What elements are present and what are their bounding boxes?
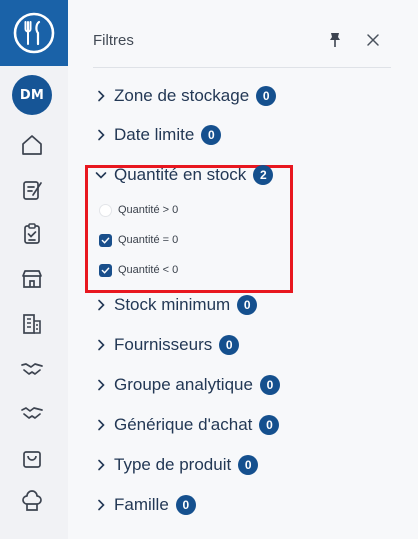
building-icon[interactable] — [18, 310, 46, 338]
pin-icon[interactable] — [326, 31, 344, 49]
count-badge: 0 — [201, 125, 222, 145]
filters-panel: Filtres Zone de stockage 0 Date limite 0… — [68, 0, 418, 539]
option-label: Quantité > 0 — [118, 204, 179, 216]
store-icon[interactable] — [18, 265, 46, 293]
filter-groupe-analytique[interactable]: Groupe analytique 0 — [94, 372, 280, 398]
option-label: Quantité = 0 — [118, 234, 179, 246]
chevron-right-icon — [94, 338, 108, 352]
chevron-right-icon — [94, 458, 108, 472]
option-quantite-lt-0[interactable]: Quantité < 0 — [99, 261, 178, 279]
filter-generique-d-achat[interactable]: Générique d'achat 0 — [94, 412, 280, 438]
filter-label: Date limite — [114, 125, 195, 144]
count-badge: 2 — [253, 165, 274, 185]
filter-label: Quantité en stock — [114, 165, 247, 184]
chevron-right-icon — [94, 378, 108, 392]
filter-stock-minimum[interactable]: Stock minimum 0 — [94, 292, 258, 318]
close-icon[interactable] — [364, 31, 382, 49]
count-badge: 0 — [238, 455, 259, 475]
filter-type-de-produit[interactable]: Type de produit 0 — [94, 452, 259, 478]
filter-famille[interactable]: Famille 0 — [94, 492, 196, 518]
checkbox[interactable] — [99, 203, 112, 217]
filter-label: Groupe analytique — [114, 375, 253, 394]
chevron-right-icon — [94, 298, 108, 312]
option-label: Quantité < 0 — [118, 264, 179, 276]
avatar[interactable]: DM — [12, 75, 52, 115]
count-badge: 0 — [259, 375, 280, 395]
side-rail: DM — [0, 0, 68, 539]
chevron-right-icon — [94, 418, 108, 432]
panel-title: Filtres — [93, 32, 134, 49]
chevron-right-icon — [94, 128, 108, 142]
option-quantite-gt-0[interactable]: Quantité > 0 — [99, 201, 178, 219]
fork-knife-logo-icon — [13, 12, 55, 54]
checkbox[interactable] — [99, 233, 112, 247]
filter-zone-de-stockage[interactable]: Zone de stockage 0 — [94, 83, 277, 109]
count-badge: 0 — [175, 495, 196, 515]
count-badge: 0 — [256, 86, 277, 106]
filter-label: Type de produit — [114, 455, 232, 474]
option-quantite-eq-0[interactable]: Quantité = 0 — [99, 231, 178, 249]
app-logo[interactable] — [0, 0, 68, 66]
count-badge: 0 — [219, 335, 240, 355]
checkbox[interactable] — [99, 263, 112, 277]
handshake-icon[interactable] — [18, 355, 46, 383]
filter-date-limite[interactable]: Date limite 0 — [94, 122, 222, 148]
edit-document-icon[interactable] — [18, 176, 46, 204]
home-icon[interactable] — [18, 131, 46, 159]
header-divider — [93, 67, 391, 68]
filter-label: Fournisseurs — [114, 335, 213, 354]
shopping-bag-icon[interactable] — [18, 444, 46, 472]
filter-label: Famille — [114, 495, 169, 514]
filter-fournisseurs[interactable]: Fournisseurs 0 — [94, 332, 240, 358]
count-badge: 0 — [259, 415, 280, 435]
filter-label: Zone de stockage — [114, 86, 250, 105]
chef-hat-icon[interactable] — [18, 488, 46, 516]
handshake-alt-icon[interactable] — [18, 399, 46, 427]
filter-quantite-en-stock[interactable]: Quantité en stock 2 — [94, 162, 274, 188]
chevron-right-icon — [94, 89, 108, 103]
count-badge: 0 — [237, 295, 258, 315]
filter-label: Stock minimum — [114, 295, 231, 314]
filter-label: Générique d'achat — [114, 415, 253, 434]
chevron-down-icon — [94, 168, 108, 182]
clipboard-check-icon[interactable] — [18, 220, 46, 248]
chevron-right-icon — [94, 498, 108, 512]
